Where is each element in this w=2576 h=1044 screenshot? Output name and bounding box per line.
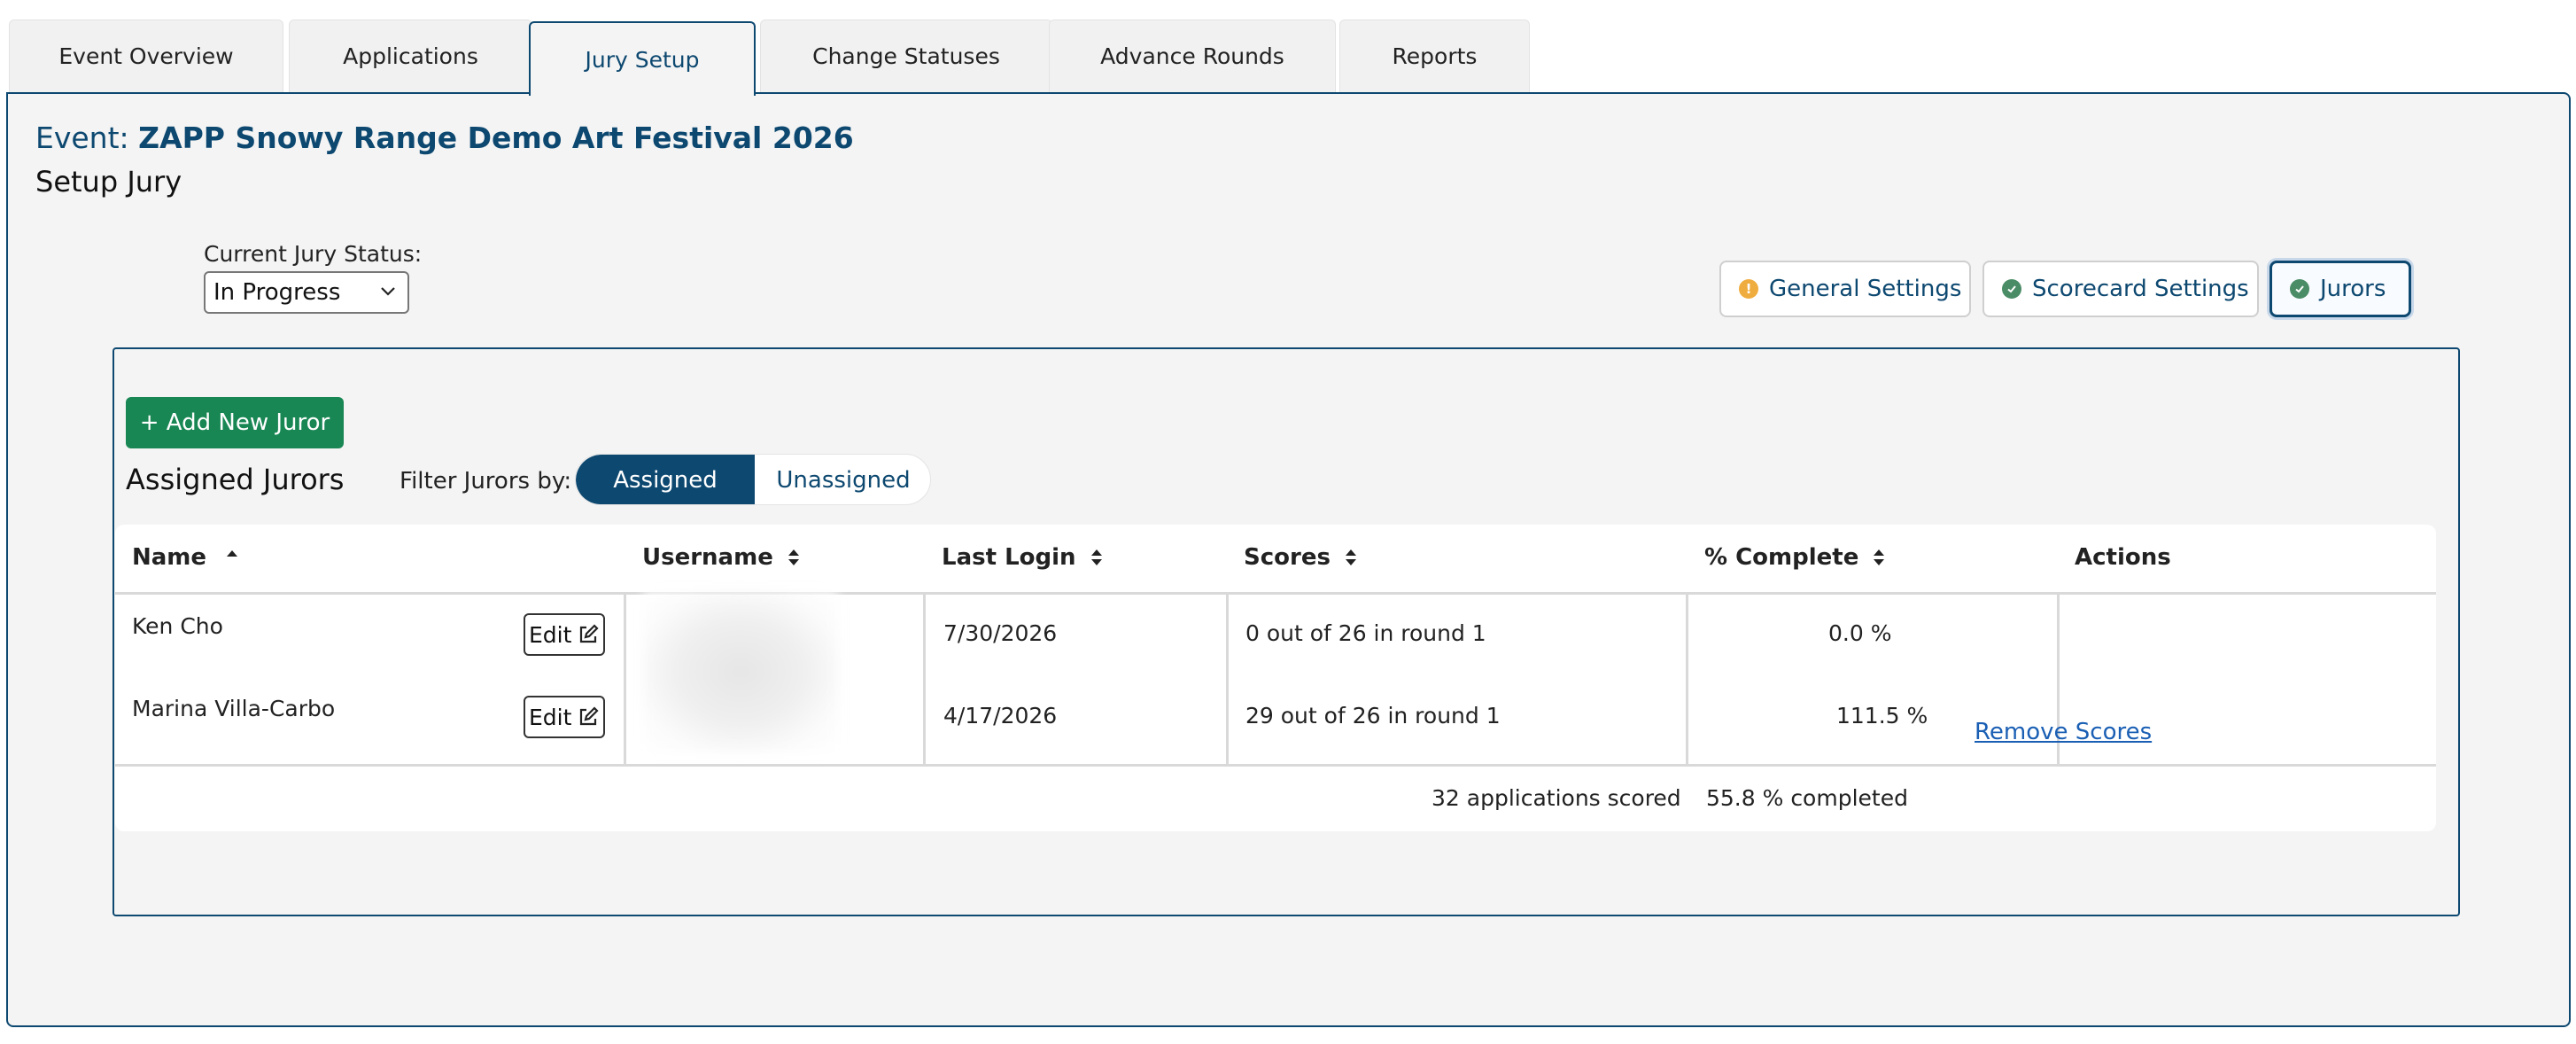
- scores: 29 out of 26 in round 1: [1245, 703, 1501, 728]
- column-divider: [624, 594, 626, 764]
- general-settings-button[interactable]: ! General Settings: [1719, 261, 1971, 317]
- jurors-label: Jurors: [2320, 276, 2386, 302]
- tab-event-overview[interactable]: Event Overview: [9, 19, 283, 92]
- last-login: 4/17/2026: [943, 703, 1058, 728]
- column-divider: [923, 594, 926, 764]
- jury-status-value: In Progress: [213, 279, 341, 306]
- last-login: 7/30/2026: [943, 620, 1058, 646]
- tab-applications[interactable]: Applications: [289, 19, 532, 92]
- jury-status-select[interactable]: In Progress: [204, 271, 409, 314]
- header-name-label: Name: [132, 544, 207, 571]
- edit-label: Edit: [529, 704, 572, 730]
- tab-advance-rounds[interactable]: Advance Rounds: [1049, 19, 1336, 92]
- header-scores-label: Scores: [1244, 544, 1331, 571]
- tab-label: Applications: [343, 43, 478, 69]
- sort-icon: [788, 549, 799, 565]
- tab-reports[interactable]: Reports: [1339, 19, 1530, 92]
- jurors-section: + Add New Juror Assigned Jurors Filter J…: [113, 347, 2460, 916]
- percent-complete: 111.5 %: [1836, 703, 1928, 728]
- page-title: Setup Jury: [35, 165, 182, 199]
- tab-jury-setup[interactable]: Jury Setup: [529, 21, 756, 96]
- tab-change-statuses[interactable]: Change Statuses: [760, 19, 1052, 92]
- sort-ascending-icon: [227, 550, 238, 557]
- header-username[interactable]: Username: [642, 544, 802, 571]
- header-complete-label: % Complete: [1704, 544, 1859, 571]
- jurors-button[interactable]: Jurors: [2270, 261, 2411, 317]
- total-completed: 55.8 % completed: [1706, 785, 1908, 811]
- column-divider: [1686, 594, 1688, 764]
- edit-icon: [580, 706, 599, 726]
- check-circle-icon: [2002, 279, 2021, 299]
- tab-label: Change Statuses: [812, 43, 1000, 69]
- header-name[interactable]: Name: [132, 544, 240, 571]
- edit-icon: [580, 624, 599, 643]
- jury-status-label: Current Jury Status:: [204, 241, 423, 267]
- tab-label: Reports: [1392, 43, 1478, 69]
- assigned-jurors-title: Assigned Jurors: [126, 463, 345, 496]
- scorecard-settings-button[interactable]: Scorecard Settings: [1982, 261, 2259, 317]
- sort-icon: [1345, 549, 1356, 565]
- percent-complete: 0.0 %: [1828, 620, 1892, 646]
- redacted-usernames: [643, 592, 838, 752]
- header-last-login[interactable]: Last Login: [942, 544, 1105, 571]
- tab-label: Event Overview: [58, 43, 234, 69]
- jurors-table: Name Username Last Login Scores % Comple…: [115, 525, 2436, 831]
- filter-assigned-option[interactable]: Assigned: [576, 455, 755, 504]
- sort-icon: [1090, 549, 1102, 565]
- sort-icon: [1874, 549, 1885, 565]
- header-actions: Actions: [2075, 544, 2171, 571]
- tab-label: Advance Rounds: [1100, 43, 1284, 69]
- edit-juror-button[interactable]: Edit: [524, 696, 605, 738]
- juror-filter-toggle: Assigned Unassigned: [575, 454, 931, 505]
- edit-label: Edit: [529, 621, 572, 648]
- add-new-juror-button[interactable]: + Add New Juror: [126, 397, 344, 448]
- header-scores[interactable]: Scores: [1244, 544, 1359, 571]
- event-heading: Event: ZAPP Snowy Range Demo Art Festiva…: [35, 121, 854, 155]
- header-percent-complete[interactable]: % Complete: [1704, 544, 1887, 571]
- juror-name: Marina Villa-Carbo: [132, 696, 336, 721]
- header-divider: [115, 592, 2436, 595]
- chevron-down-icon: [381, 287, 395, 296]
- filter-jurors-label: Filter Jurors by:: [400, 468, 572, 495]
- scorecard-settings-label: Scorecard Settings: [2032, 276, 2249, 302]
- jury-setup-panel: Event: ZAPP Snowy Range Demo Art Festiva…: [6, 92, 2571, 1027]
- event-name: ZAPP Snowy Range Demo Art Festival 2026: [138, 121, 854, 155]
- footer-divider: [115, 764, 2436, 767]
- general-settings-label: General Settings: [1769, 276, 1962, 302]
- filter-unassigned-option[interactable]: Unassigned: [755, 455, 930, 504]
- remove-scores-link[interactable]: Remove Scores: [1975, 719, 2152, 745]
- applications-scored: 32 applications scored: [1432, 785, 1681, 811]
- tab-label: Jury Setup: [585, 46, 700, 73]
- juror-name: Ken Cho: [132, 613, 223, 639]
- header-username-label: Username: [642, 544, 773, 571]
- warning-icon: !: [1739, 279, 1758, 299]
- header-last-login-label: Last Login: [942, 544, 1076, 571]
- column-divider: [1226, 594, 1229, 764]
- event-prefix: Event:: [35, 121, 129, 155]
- edit-juror-button[interactable]: Edit: [524, 613, 605, 656]
- check-circle-icon: [2290, 279, 2309, 299]
- scores: 0 out of 26 in round 1: [1245, 620, 1486, 646]
